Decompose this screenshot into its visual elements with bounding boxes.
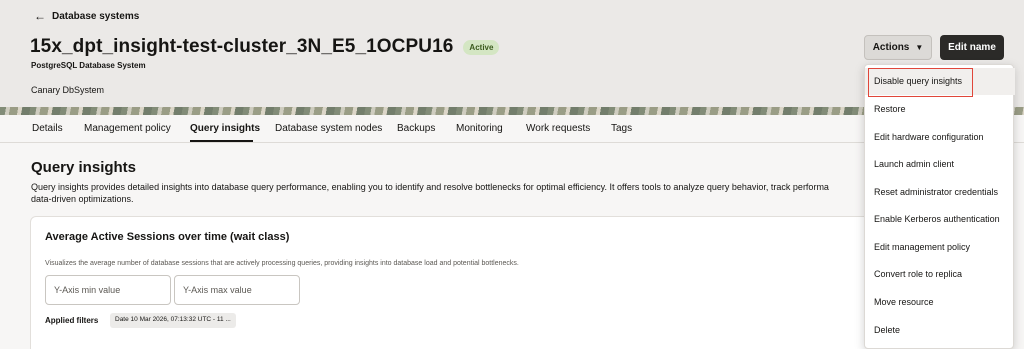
active-tab-indicator [190,140,253,142]
actions-button-label: Actions [872,42,910,53]
menu-item-move-resource[interactable]: Move resource [865,289,1015,316]
menu-item-restore[interactable]: Restore [865,96,1015,123]
back-to-database-systems-link[interactable]: ← Database systems [34,10,139,22]
page-subtitle: PostgreSQL Database System [31,61,146,70]
card-title: Average Active Sessions over time (wait … [45,231,290,243]
y-axis-max-input[interactable]: Y-Axis max value [174,275,300,305]
back-link-label: Database systems [52,10,140,22]
aas-chart-card: Average Active Sessions over time (wait … [30,216,870,349]
date-filter-chip[interactable]: Date 10 Mar 2026, 07:13:32 UTC - 11 ... [110,313,236,328]
menu-item-convert-role[interactable]: Convert role to replica [865,261,1015,288]
menu-item-reset-admin-credentials[interactable]: Reset administrator credentials [865,179,1015,206]
tab-management-policy[interactable]: Management policy [84,123,171,134]
card-description: Visualizes the average number of databas… [45,260,519,267]
chevron-down-icon: ▼ [915,43,924,52]
tab-monitoring[interactable]: Monitoring [456,123,503,134]
applied-filters-label: Applied filters [45,316,99,325]
menu-item-edit-hardware-configuration[interactable]: Edit hardware configuration [865,124,1015,151]
menu-item-enable-kerberos[interactable]: Enable Kerberos authentication [865,206,1015,233]
menu-item-edit-management-policy[interactable]: Edit management policy [865,234,1015,261]
section-description: Query insights provides detailed insight… [31,181,871,205]
section-description-line2: data-driven optimizations. [31,194,134,204]
title-row: 15x_dpt_insight-test-cluster_3N_E5_1OCPU… [30,36,500,58]
tab-database-system-nodes[interactable]: Database system nodes [275,123,382,134]
tab-work-requests[interactable]: Work requests [526,123,590,134]
y-axis-min-input[interactable]: Y-Axis min value [45,275,171,305]
section-description-line1: Query insights provides detailed insight… [31,182,829,192]
arrow-left-icon: ← [34,9,46,23]
db-system-description: Canary DbSystem [31,85,105,95]
tab-query-insights[interactable]: Query insights [190,123,260,134]
page-title: 15x_dpt_insight-test-cluster_3N_E5_1OCPU… [30,36,454,57]
edit-name-button[interactable]: Edit name [940,35,1004,60]
tab-details[interactable]: Details [32,123,63,134]
actions-menu: Disable query insights Restore Edit hard… [864,64,1015,349]
tab-tags[interactable]: Tags [611,123,632,134]
status-badge: Active [463,39,500,55]
menu-item-disable-query-insights[interactable]: Disable query insights [865,68,1015,95]
actions-button[interactable]: Actions ▼ [864,35,932,60]
menu-item-launch-admin-client[interactable]: Launch admin client [865,151,1015,178]
menu-item-delete[interactable]: Delete [865,317,1015,344]
tab-backups[interactable]: Backups [397,123,435,134]
section-title: Query insights [31,159,137,176]
